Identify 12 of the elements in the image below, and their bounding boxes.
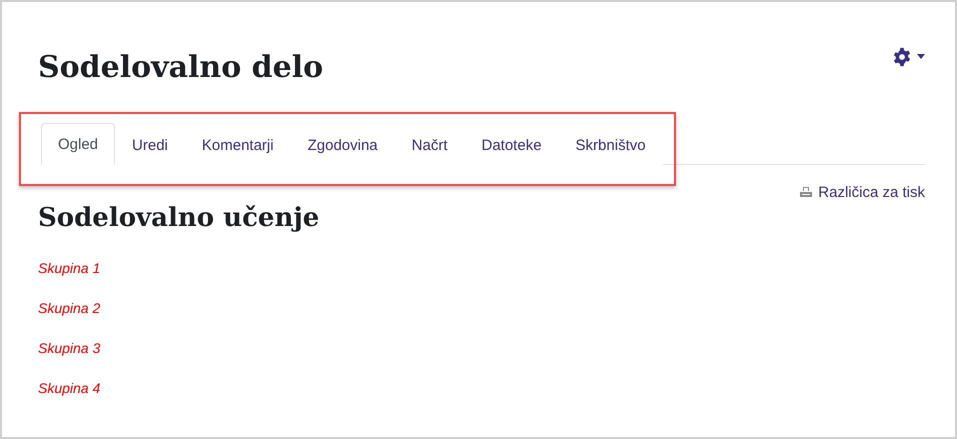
settings-menu-button[interactable] bbox=[892, 46, 925, 66]
tab[interactable]: Ogled bbox=[41, 123, 116, 165]
group-link[interactable]: Skupina 4 bbox=[38, 379, 100, 398]
printer-icon bbox=[800, 187, 812, 198]
group-link[interactable]: Skupina 1 bbox=[38, 259, 100, 278]
page-title: Sodelovalno delo bbox=[38, 50, 324, 85]
group-link[interactable]: Skupina 3 bbox=[38, 339, 100, 358]
group-link[interactable]: Skupina 2 bbox=[38, 299, 100, 318]
print-link[interactable]: Različica za tisk bbox=[800, 184, 925, 201]
section-heading: Sodelovalno učenje bbox=[38, 203, 320, 233]
caret-icon bbox=[917, 54, 925, 59]
settings-icon bbox=[892, 46, 912, 66]
